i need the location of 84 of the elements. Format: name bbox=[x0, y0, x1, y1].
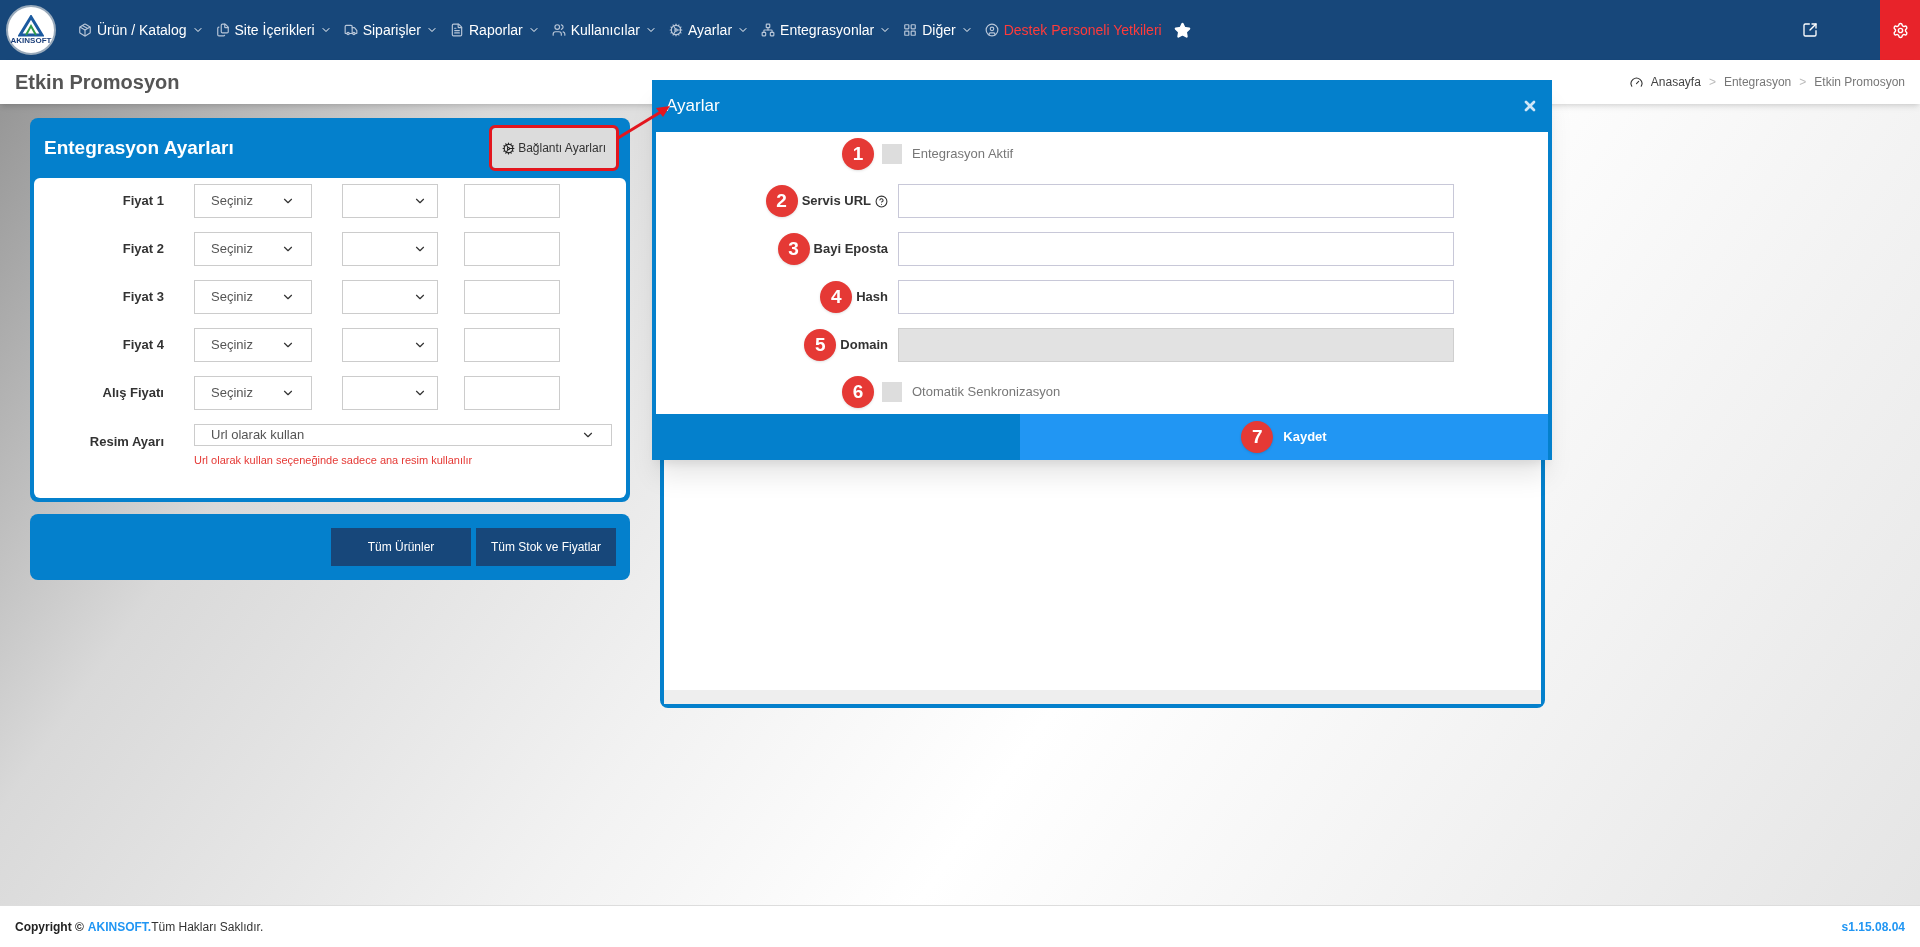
nav-menu-item[interactable]: Entegrasyonlar bbox=[761, 19, 892, 41]
checkbox[interactable] bbox=[882, 144, 902, 164]
breadcrumb-link[interactable]: Anasayfa bbox=[1650, 73, 1701, 91]
gears-icon bbox=[502, 141, 516, 155]
menu-icon bbox=[551, 23, 566, 37]
input-field[interactable] bbox=[898, 184, 1454, 218]
menu-icon bbox=[761, 23, 776, 37]
select-field[interactable] bbox=[342, 280, 438, 314]
annotation-number: 6 bbox=[842, 376, 874, 408]
input-field[interactable] bbox=[464, 232, 560, 266]
help-icon[interactable] bbox=[875, 194, 888, 208]
nav-menu-item[interactable]: Site İçerikleri bbox=[215, 19, 332, 41]
breadcrumb-separator: > bbox=[1708, 74, 1716, 91]
panel-title: Entegrasyon Ayarları bbox=[44, 135, 234, 160]
select-field[interactable]: Seçiniz bbox=[194, 328, 312, 362]
input-field[interactable] bbox=[464, 376, 560, 410]
field-label: Resim Ayarı bbox=[88, 433, 164, 451]
menu-icon bbox=[903, 23, 918, 37]
settings-icon bbox=[1891, 21, 1909, 39]
settings-button[interactable] bbox=[1880, 0, 1920, 60]
field-label: Bayi Eposta bbox=[813, 240, 888, 259]
input-field[interactable] bbox=[464, 280, 560, 314]
menu-icon bbox=[343, 23, 358, 37]
rights-text: Tüm Hakları Saklıdır. bbox=[151, 918, 264, 936]
hint-text: Url olarak kullan seçeneğinde sadece ana resim kullanılır bbox=[194, 452, 474, 468]
action-button[interactable]: Tüm Stok ve Fiyatlar bbox=[476, 528, 616, 566]
menu-icon bbox=[668, 23, 683, 37]
breadcrumb-link[interactable]: Entegrasyon bbox=[1723, 73, 1792, 91]
close-icon[interactable] bbox=[1522, 98, 1538, 114]
modal-title: Ayarlar bbox=[666, 95, 720, 118]
menu-icon bbox=[450, 23, 464, 37]
annotation-number: 2 bbox=[765, 185, 798, 217]
menu-icon bbox=[984, 23, 999, 37]
copyright-text: Copyright © bbox=[15, 918, 84, 936]
select-field[interactable]: Seçiniz bbox=[194, 184, 312, 218]
select-field[interactable] bbox=[342, 184, 438, 218]
annotation-number: 5 bbox=[804, 329, 837, 361]
select-field[interactable]: Seçiniz bbox=[194, 376, 312, 410]
field-label: Hash bbox=[856, 288, 888, 307]
logo-text: AKINSOFT bbox=[10, 37, 52, 45]
annotation-number: 1 bbox=[842, 138, 874, 170]
page-title: Etkin Promosyon bbox=[15, 70, 180, 95]
field-label: Domain bbox=[840, 336, 888, 355]
menu-icon bbox=[215, 23, 230, 37]
nav-menu-item[interactable]: Diğer bbox=[903, 19, 973, 41]
dashboard-icon bbox=[1629, 75, 1643, 89]
breadcrumb-link[interactable]: Etkin Promosyon bbox=[1814, 73, 1905, 91]
breadcrumb-separator: > bbox=[1799, 74, 1807, 91]
menu-icon bbox=[78, 23, 92, 37]
field-label: Alış Fiyatı bbox=[101, 384, 164, 403]
select-field[interactable] bbox=[342, 376, 438, 410]
field-label: Fiyat 1 bbox=[121, 192, 164, 211]
field-label: Fiyat 4 bbox=[121, 336, 164, 355]
input-field[interactable] bbox=[898, 280, 1454, 314]
save-button[interactable]: 7 Kaydet bbox=[1020, 414, 1548, 460]
nav-menu-item[interactable]: Ürün / Katalog bbox=[78, 19, 204, 41]
select-field[interactable] bbox=[342, 232, 438, 266]
checkbox-label: Otomatik Senkronizasyon bbox=[912, 383, 1061, 402]
input-field[interactable] bbox=[464, 328, 560, 362]
annotation-number: 4 bbox=[820, 281, 853, 313]
select-field[interactable]: Url olarak kullan bbox=[194, 424, 612, 446]
field-label: Servis URL bbox=[801, 192, 871, 211]
checkbox-label: Entegrasyon Aktif bbox=[912, 145, 1014, 164]
field-label: Fiyat 2 bbox=[121, 240, 164, 259]
input-field[interactable] bbox=[464, 184, 560, 218]
connection-settings-button[interactable]: Bağlantı Ayarları bbox=[492, 128, 616, 168]
nav-menu-item[interactable]: Siparişler bbox=[343, 19, 438, 41]
select-field[interactable] bbox=[342, 328, 438, 362]
annotation-number: 3 bbox=[777, 233, 810, 265]
external-link-icon[interactable] bbox=[1802, 22, 1818, 38]
select-field[interactable]: Seçiniz bbox=[194, 232, 312, 266]
nav-menu-item[interactable]: Raporlar bbox=[450, 19, 540, 41]
annotation-number: 7 bbox=[1241, 421, 1274, 453]
action-button[interactable]: Tüm Ürünler bbox=[331, 528, 471, 566]
field-label: Fiyat 3 bbox=[121, 288, 164, 307]
select-field[interactable]: Seçiniz bbox=[194, 280, 312, 314]
input-field[interactable] bbox=[898, 232, 1454, 266]
checkbox[interactable] bbox=[882, 382, 902, 402]
logo-mark-icon bbox=[18, 15, 44, 37]
nav-menu-item[interactable]: Ayarlar bbox=[668, 19, 750, 41]
version-text: s1.15.08.04 bbox=[1841, 918, 1905, 936]
logo[interactable]: AKINSOFT bbox=[6, 5, 56, 55]
nav-menu-item[interactable]: Kullanıcılar bbox=[551, 19, 657, 41]
star-icon[interactable] bbox=[1173, 21, 1191, 39]
